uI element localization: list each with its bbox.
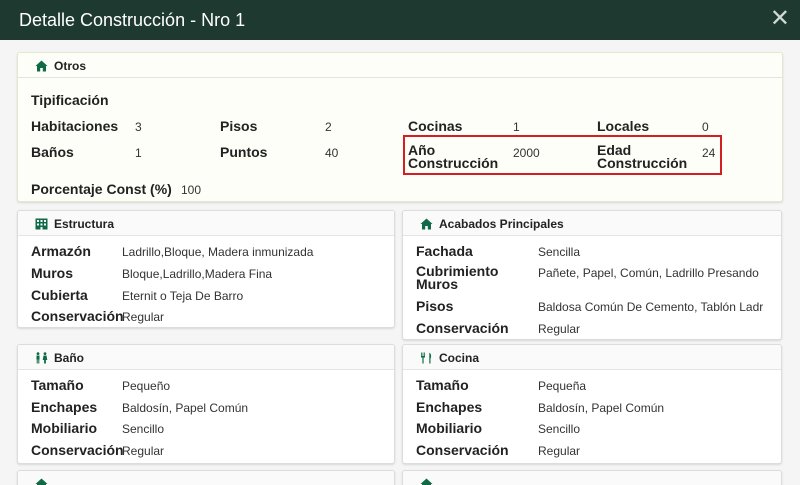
otros-panel: Otros Tipificación Habitaciones 3 Pisos …	[17, 52, 783, 202]
cocina-enchapes-label: Enchapes	[416, 399, 483, 415]
armazon-value: Ladrillo,Bloque, Madera inmunizada	[122, 245, 314, 259]
acabados-panel: Acabados Principales Fachada Sencilla Cu…	[402, 210, 782, 340]
cubierta-value: Eternit o Teja De Barro	[122, 289, 244, 303]
cubierta-label: Cubierta	[31, 287, 88, 303]
acabados-title: Acabados Principales	[439, 217, 564, 231]
bano-tamano-value: Pequeño	[122, 379, 171, 393]
detalle-construccion-modal: Detalle Construcción - Nro 1 ✕ Otros Tip…	[0, 0, 800, 485]
home-icon	[35, 60, 48, 72]
otros-title: Otros	[54, 59, 87, 73]
cocina-mobiliario-value: Sencillo	[538, 422, 581, 436]
cocina-mobiliario-label: Mobiliario	[416, 420, 483, 436]
cocina-conservacion-label: Conservación	[416, 442, 509, 458]
muros-label: Muros	[31, 265, 73, 281]
otros-panel-header: Otros	[18, 53, 782, 78]
cocinas-label: Cocinas	[408, 118, 463, 134]
banos-value: 1	[135, 146, 142, 160]
muros-value: Bloque,Ladrillo,Madera Fina	[122, 267, 273, 281]
bano-mobiliario-label: Mobiliario	[31, 420, 98, 436]
porcentaje-value: 100	[181, 183, 202, 197]
locales-label: Locales	[597, 118, 650, 134]
tipificacion-label: Tipificación	[31, 92, 109, 108]
bano-enchapes-value: Baldosín, Papel Común	[122, 401, 249, 415]
acabados-pisos-value: Baldosa Común De Cemento, Tablón Ladr	[538, 300, 764, 314]
calificacion-panel-header	[18, 471, 394, 485]
cocina-panel-header: Cocina	[403, 345, 781, 370]
estructura-panel: Estructura Armazón Ladrillo,Bloque, Made…	[17, 210, 395, 328]
cocina-panel: Cocina Tamaño Pequeña Enchapes Baldosín,…	[402, 344, 782, 464]
cubrimiento-label-2: Muros	[416, 276, 458, 292]
bano-conservacion-label: Conservación	[31, 442, 124, 458]
home-icon	[35, 478, 48, 485]
banos-label: Baños	[31, 144, 74, 160]
acabados-conservacion-value: Regular	[538, 322, 581, 336]
bano-panel: Baño Tamaño Pequeño Enchapes Baldosín, P…	[17, 344, 395, 464]
bano-panel-header: Baño	[18, 345, 394, 370]
complemento-panel	[402, 470, 782, 485]
home-icon	[420, 478, 433, 485]
pisos-label: Pisos	[220, 118, 258, 134]
modal-title: Detalle Construcción - Nro 1	[19, 10, 246, 30]
habitaciones-label: Habitaciones	[31, 118, 119, 134]
porcentaje-label: Porcentaje Const (%)	[31, 181, 172, 197]
acabados-panel-header: Acabados Principales	[403, 211, 781, 236]
estructura-title: Estructura	[54, 217, 115, 231]
bano-conservacion-value: Regular	[122, 444, 165, 458]
cocina-enchapes-value: Baldosín, Papel Común	[538, 401, 665, 415]
acabados-conservacion-label: Conservación	[416, 320, 509, 336]
restroom-icon	[36, 352, 48, 364]
calificacion-panel	[17, 470, 395, 485]
fachada-value: Sencilla	[538, 245, 581, 259]
cocinas-value: 1	[513, 120, 520, 134]
home-icon	[420, 218, 433, 230]
puntos-value: 40	[325, 146, 339, 160]
estructura-conservacion-value: Regular	[122, 310, 165, 324]
pisos-value: 2	[325, 120, 332, 134]
utensils-icon	[421, 352, 432, 364]
cocina-title: Cocina	[439, 351, 480, 365]
building-icon	[35, 218, 48, 230]
bano-mobiliario-value: Sencillo	[122, 422, 165, 436]
close-icon[interactable]: ✕	[770, 6, 790, 30]
cocina-tamano-label: Tamaño	[416, 377, 469, 393]
locales-value: 0	[702, 120, 709, 134]
bano-tamano-label: Tamaño	[31, 377, 84, 393]
estructura-panel-header: Estructura	[18, 211, 394, 236]
fachada-label: Fachada	[416, 243, 473, 259]
puntos-label: Puntos	[220, 144, 268, 160]
bano-enchapes-label: Enchapes	[31, 399, 98, 415]
complemento-panel-header	[403, 471, 781, 485]
habitaciones-value: 3	[135, 120, 142, 134]
estructura-conservacion-label: Conservación	[31, 308, 124, 324]
highlight-box	[403, 135, 722, 175]
modal-header: Detalle Construcción - Nro 1 ✕	[0, 0, 800, 40]
cocina-conservacion-value: Regular	[538, 444, 581, 458]
cubrimiento-value: Pañete, Papel, Común, Ladrillo Presando	[538, 266, 759, 280]
bano-title: Baño	[54, 351, 84, 365]
armazon-label: Armazón	[31, 243, 91, 259]
cocina-tamano-value: Pequeña	[538, 379, 587, 393]
acabados-pisos-label: Pisos	[416, 298, 454, 314]
